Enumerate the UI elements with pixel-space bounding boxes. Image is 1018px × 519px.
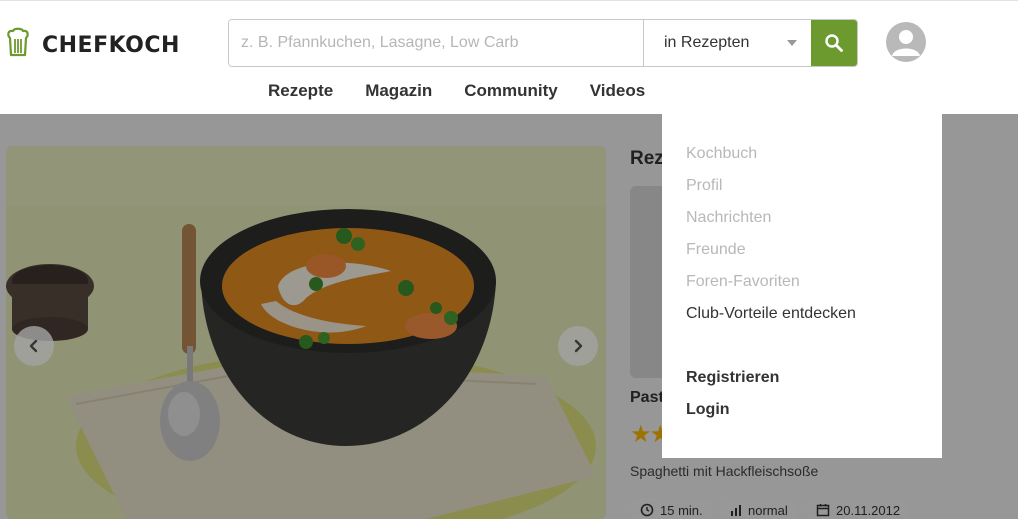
menu-item-foren-favoriten[interactable]: Foren-Favoriten [662,270,942,302]
logo[interactable]: CHEFKOCH [6,27,180,64]
search-bar: in Rezepten [228,19,858,67]
nav-rezepte[interactable]: Rezepte [268,81,333,101]
account-menu: Kochbuch Profil Nachrichten Freunde Fore… [662,114,942,458]
user-avatar-button[interactable] [886,22,926,62]
login-link[interactable]: Login [662,398,942,430]
search-input[interactable] [229,20,643,66]
menu-item-nachrichten[interactable]: Nachrichten [662,206,942,238]
site-header: CHEFKOCH in Rezepten Rezepte Magazin Com… [0,0,1018,114]
register-link[interactable]: Registrieren [662,366,942,398]
user-icon [892,30,920,56]
menu-item-profil[interactable]: Profil [662,174,942,206]
nav-videos[interactable]: Videos [590,81,645,101]
menu-item-kochbuch[interactable]: Kochbuch [662,142,942,174]
brand-name: CHEFKOCH [42,33,180,58]
search-icon [825,34,843,52]
menu-item-freunde[interactable]: Freunde [662,238,942,270]
chevron-down-icon [787,40,797,46]
search-scope-select[interactable]: in Rezepten [643,20,811,66]
search-button[interactable] [811,20,857,66]
chef-hat-icon [6,27,30,64]
menu-item-club-vorteile[interactable]: Club-Vorteile entdecken [662,302,942,334]
main-nav: Rezepte Magazin Community Videos [268,81,645,101]
nav-magazin[interactable]: Magazin [365,81,432,101]
menu-spacer [662,334,942,366]
nav-community[interactable]: Community [464,81,558,101]
search-scope-label: in Rezepten [664,34,750,51]
